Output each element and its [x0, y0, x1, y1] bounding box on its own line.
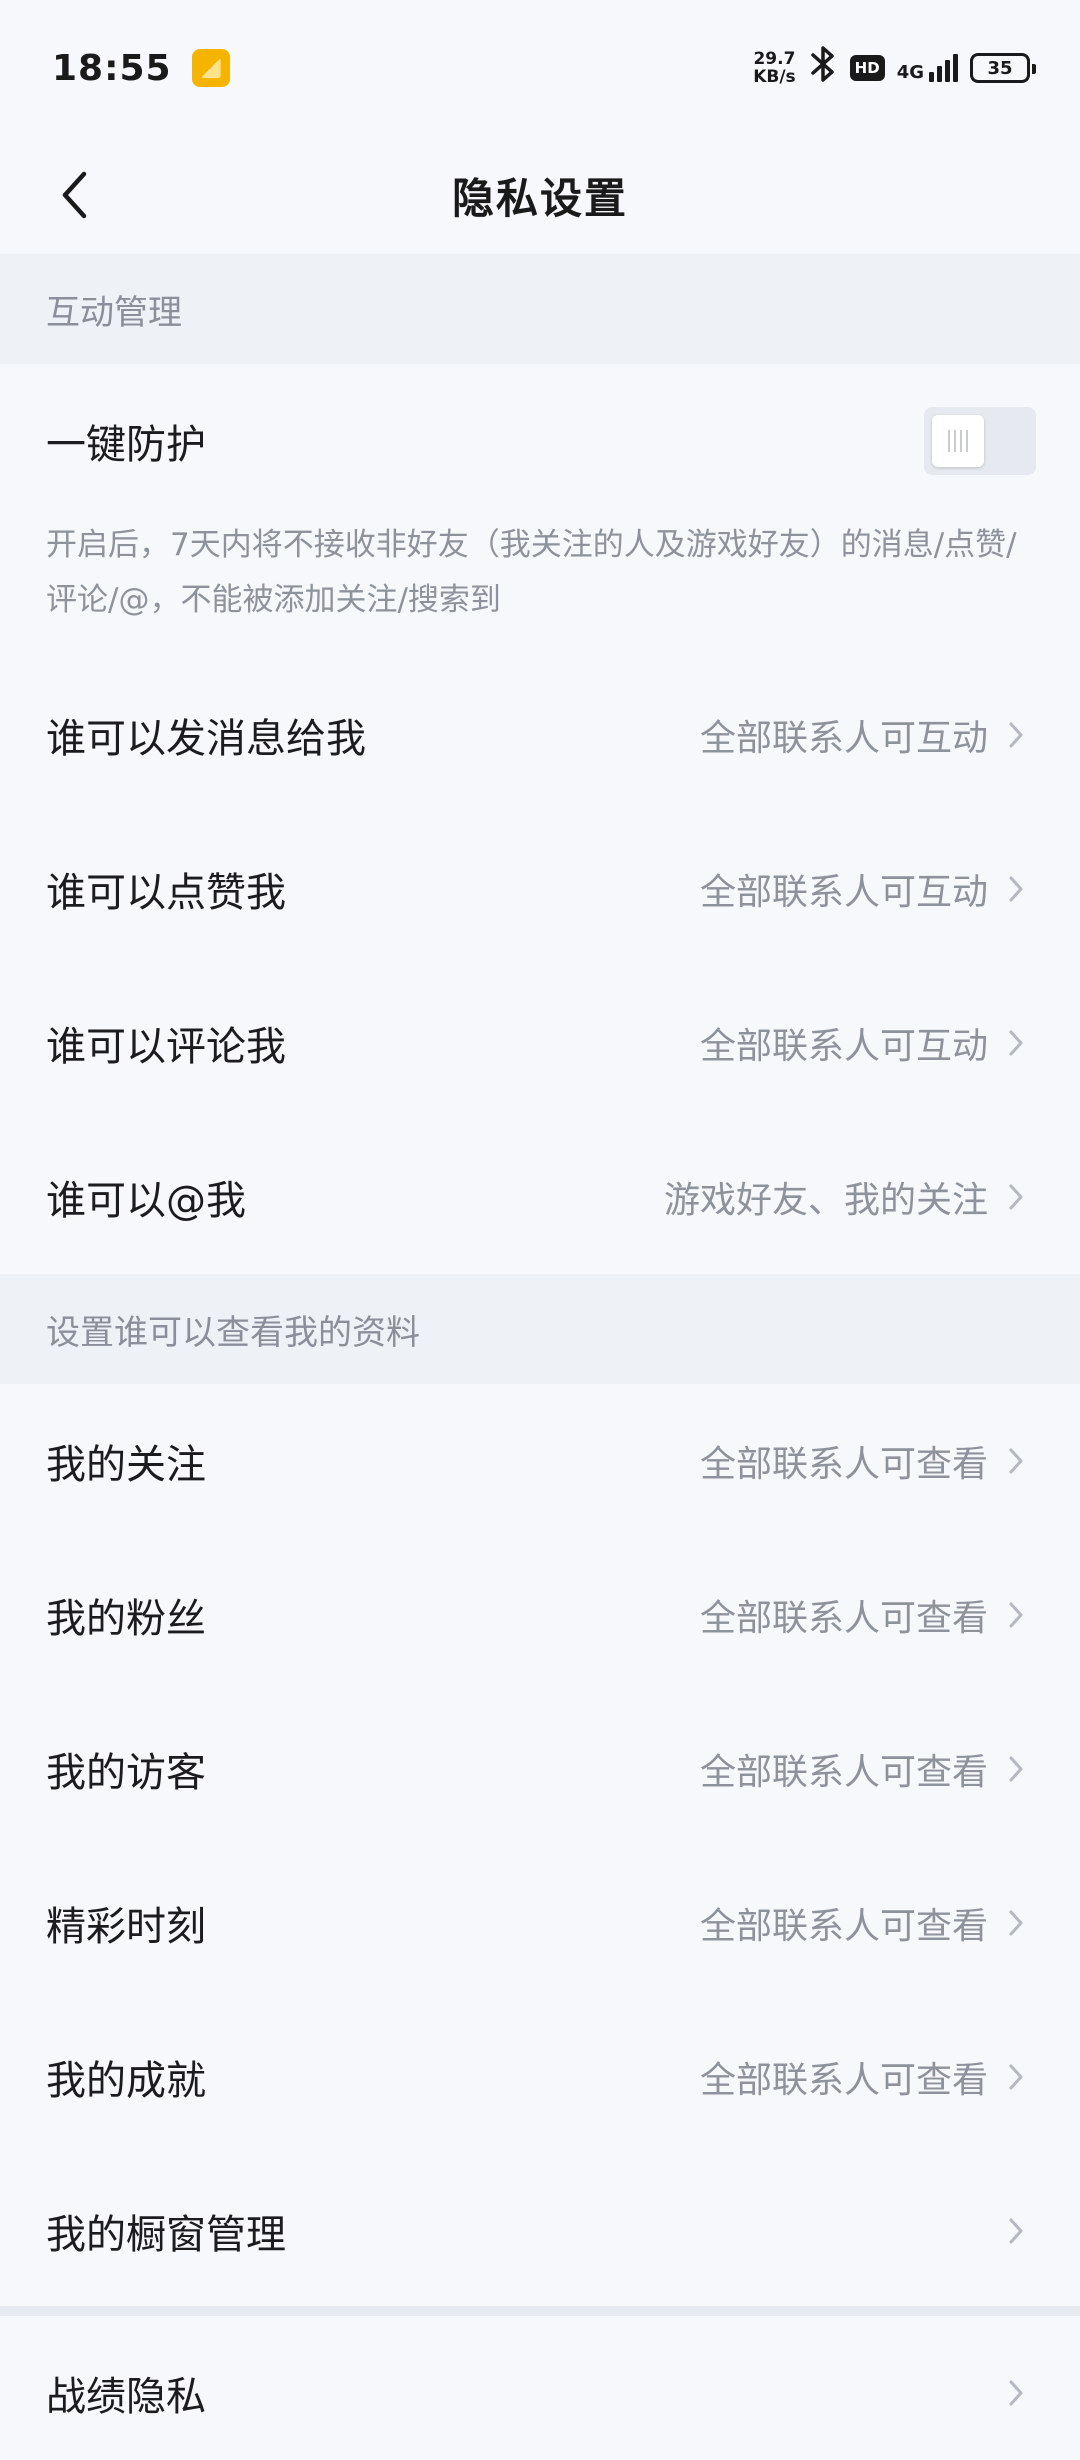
row-my-fans[interactable]: 我的粉丝 全部联系人可查看	[0, 1538, 1080, 1692]
battery-level: 35	[987, 57, 1013, 79]
row-value: 全部联系人可查看	[699, 2060, 988, 2101]
network-speed-unit: KB/s	[753, 67, 796, 87]
privacy-settings-screen: 18:55 29.7 KB/s HD 4G 35 隐私设置 互动管理 一键防护 …	[0, 0, 1080, 2460]
row-label: 谁可以@我	[46, 1178, 246, 1224]
hd-voice-icon: HD	[849, 55, 885, 81]
back-button[interactable]	[40, 160, 110, 230]
row-value: 全部联系人可互动	[699, 872, 988, 913]
signal-bar	[929, 72, 934, 82]
cellular-signal-icon: 4G	[897, 54, 958, 82]
network-speed: 29.7 KB/s	[753, 50, 795, 86]
gallery-notification-icon	[191, 49, 230, 87]
protection-description: 开启后，7天内将不接收非好友（我关注的人及游戏好友）的消息/点赞/评论/@，不能…	[46, 527, 1017, 618]
row-label: 我的粉丝	[46, 1596, 206, 1642]
page-title: 隐私设置	[451, 173, 628, 223]
chevron-right-icon	[1006, 1598, 1026, 1632]
row-value: 游戏好友、我的关注	[663, 1180, 988, 1221]
chevron-right-icon	[1006, 2214, 1026, 2248]
chevron-right-icon	[1006, 1026, 1026, 1060]
chevron-right-icon	[1006, 2376, 1026, 2410]
network-speed-value: 29.7	[753, 49, 796, 69]
row-my-achievements[interactable]: 我的成就 全部联系人可查看	[0, 2000, 1080, 2154]
row-label: 我的关注	[46, 1442, 206, 1488]
status-time: 18:55	[52, 47, 172, 89]
row-who-can-like[interactable]: 谁可以点赞我 全部联系人可互动	[0, 812, 1080, 966]
row-label: 我的成就	[46, 2058, 206, 2104]
row-label: 一键防护	[46, 422, 206, 468]
row-value: 全部联系人可查看	[699, 1752, 988, 1793]
section-divider	[0, 2306, 1080, 2316]
row-label: 我的橱窗管理	[46, 2212, 286, 2258]
row-value: 全部联系人可互动	[699, 718, 988, 759]
row-showcase-management[interactable]: 我的橱窗管理	[0, 2154, 1080, 2308]
row-my-following[interactable]: 我的关注 全部联系人可查看	[0, 1384, 1080, 1538]
row-one-key-protection: 一键防护	[0, 364, 1080, 518]
row-label: 谁可以点赞我	[46, 870, 286, 916]
row-who-can-message[interactable]: 谁可以发消息给我 全部联系人可互动	[0, 658, 1080, 812]
protection-toggle[interactable]	[924, 407, 1036, 475]
row-my-visitors[interactable]: 我的访客 全部联系人可查看	[0, 1692, 1080, 1846]
nav-bar: 隐私设置	[0, 136, 1080, 254]
chevron-right-icon	[1006, 1906, 1026, 1940]
row-value: 全部联系人可查看	[699, 1906, 988, 1947]
chevron-left-icon	[62, 171, 87, 219]
row-who-can-mention[interactable]: 谁可以@我 游戏好友、我的关注	[0, 1120, 1080, 1274]
row-value: 全部联系人可查看	[699, 1444, 988, 1485]
battery-icon: 35	[970, 53, 1036, 83]
row-who-can-comment[interactable]: 谁可以评论我 全部联系人可互动	[0, 966, 1080, 1120]
section-header-interaction: 互动管理	[0, 254, 1080, 364]
signal-bar	[937, 66, 942, 82]
signal-bar	[953, 54, 958, 82]
status-indicators: 29.7 KB/s HD 4G 35	[753, 44, 1036, 93]
row-label: 我的访客	[46, 1750, 206, 1796]
row-label: 谁可以发消息给我	[46, 716, 366, 762]
chevron-right-icon	[1006, 872, 1026, 906]
status-bar: 18:55 29.7 KB/s HD 4G 35	[0, 0, 1080, 136]
network-type: 4G	[896, 62, 924, 83]
row-label: 战绩隐私	[46, 2374, 206, 2420]
bluetooth-icon	[808, 44, 838, 93]
section-header-profile: 设置谁可以查看我的资料	[0, 1274, 1080, 1384]
toggle-knob	[932, 415, 984, 467]
chevron-right-icon	[1006, 1444, 1026, 1478]
row-label: 精彩时刻	[46, 1904, 206, 1950]
chevron-right-icon	[1006, 2060, 1026, 2094]
chevron-right-icon	[1006, 1180, 1026, 1214]
row-value: 全部联系人可查看	[699, 1598, 988, 1639]
row-battle-record-privacy[interactable]: 战绩隐私	[0, 2316, 1080, 2460]
row-value: 全部联系人可互动	[699, 1026, 988, 1067]
row-highlights[interactable]: 精彩时刻 全部联系人可查看	[0, 1846, 1080, 2000]
signal-bar	[945, 60, 950, 82]
chevron-right-icon	[1006, 1752, 1026, 1786]
row-label: 谁可以评论我	[46, 1024, 286, 1070]
chevron-right-icon	[1006, 718, 1026, 752]
